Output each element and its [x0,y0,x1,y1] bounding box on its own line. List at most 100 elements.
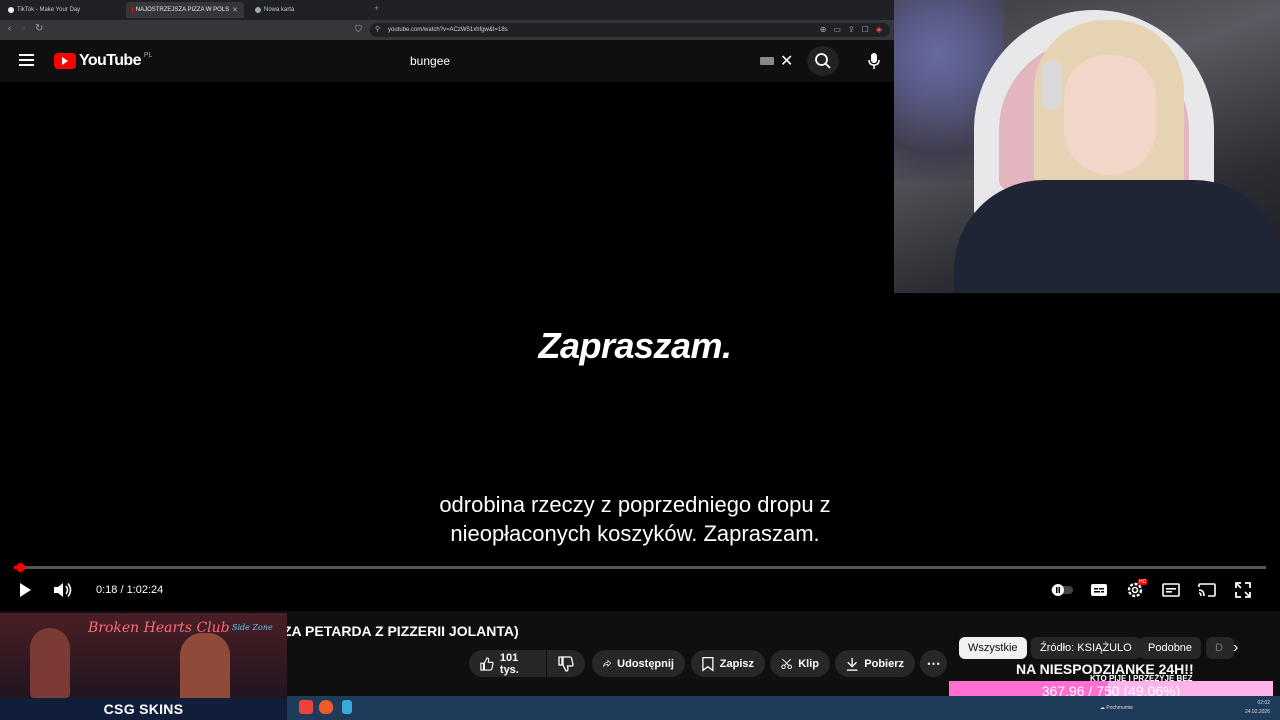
ad-neon-sign: Side Zone [232,623,273,632]
browser-tab-strip: TikTok - Make Your Day NAJOSTRZEJSZA PIZ… [0,0,894,20]
download-label: Pobierz [864,657,904,670]
chip-related[interactable]: Podobne [1139,637,1202,659]
download-button[interactable]: Pobierz [835,650,915,677]
new-tab-favicon-icon [255,7,261,13]
ad-character-right [180,633,230,703]
search-button[interactable] [807,46,839,76]
youtube-play-icon [54,53,76,69]
thumbs-down-icon [558,655,574,672]
close-tab-icon[interactable]: ✕ [232,6,238,14]
subtitles-icon [1091,584,1107,596]
more-actions-button[interactable]: ⋯ [920,650,947,677]
streamer-face [1064,55,1156,175]
tab-tiktok[interactable]: TikTok - Make Your Day [2,2,124,18]
miniplayer-button[interactable] [1160,575,1182,605]
clock-time: 02:02 [1257,700,1270,706]
weather-label: Pochmurnie [1106,705,1134,711]
scissors-icon [781,658,792,669]
forward-icon[interactable]: › [22,23,25,34]
menu-icon[interactable] [19,54,34,66]
volume-icon [54,583,72,597]
youtube-logo[interactable]: YouTube PL [54,52,152,70]
search-input[interactable]: bungee [410,54,450,68]
zoom-icon[interactable]: ⊕ [820,25,827,34]
search-icon [815,53,831,69]
tiktok-icon [8,7,14,13]
ad-title: Broken Hearts Club [88,620,230,636]
address-bar[interactable]: ⚲ youtube.com/watch?v=ACzW51xhfgw&t=18s … [370,23,890,37]
bookmark-save-icon [702,656,714,672]
clip-button[interactable]: Klip [770,650,830,677]
like-count: 101 tys. [499,651,519,676]
fullscreen-icon [1235,582,1251,598]
subtitles-button[interactable] [1088,575,1110,605]
shield-icon[interactable]: ◈ [876,25,882,34]
notepad-icon[interactable] [342,700,352,714]
cloud-icon: ☁ [1100,705,1105,711]
share-button[interactable]: Udostępnij [592,650,685,677]
chip-all[interactable]: Wszystkie [959,637,1027,659]
app-icon-red[interactable] [299,700,313,714]
tab-label: TikTok - Make Your Day [17,7,81,13]
share-icon[interactable]: ⇪ [848,25,855,34]
miniplayer-icon [1162,583,1180,597]
bookmark-icon[interactable]: ⛉ [355,24,362,35]
share-icon [603,659,612,667]
dislike-button[interactable] [547,650,585,677]
tab-label: Nowa karta [264,7,295,13]
keyboard-icon[interactable] [760,57,774,65]
fullscreen-button[interactable] [1232,575,1254,605]
weather-widget[interactable]: ☁ Pochmurnie [1100,705,1133,711]
autoplay-toggle[interactable] [1048,575,1076,605]
video-title: ZA PETARDA Z PIZZERII JOLANTA) [283,623,519,639]
play-button[interactable] [14,575,36,605]
headset [1042,60,1062,110]
more-horizontal-icon: ⋯ [926,655,941,671]
autoplay-pause-icon [1051,584,1073,596]
search-box[interactable]: bungee ✕ [398,47,805,75]
chevron-right-icon[interactable]: › [1233,639,1238,657]
volume-button[interactable] [51,575,75,605]
tab-label: NAJOSTRZEJSZA PIZZA W POLS [135,7,230,13]
video-frame-text: Zapraszam. [538,325,732,366]
like-button[interactable]: 101 tys. [469,650,546,677]
system-clock[interactable]: 02:02 24.02.2026 [1245,699,1270,717]
player-controls: 0:18 / 1:02:24 HD [0,575,1270,611]
settings-button[interactable]: HD [1124,575,1148,605]
back-icon[interactable]: ‹ [8,23,11,34]
tab-youtube-video[interactable]: NAJOSTRZEJSZA PIZZA W POLS ✕ [126,2,244,18]
progress-scrubber[interactable] [16,563,25,572]
closed-captions: odrobina rzeczy z poprzedniego dropu z n… [0,490,1270,548]
cast-icon [1198,583,1216,597]
url-text: youtube.com/watch?v=ACzW51xhfgw&t=18s [388,27,508,33]
microphone-icon [868,53,880,69]
time-display: 0:18 / 1:02:24 [96,584,164,596]
clip-label: Klip [798,657,819,670]
cast-button[interactable] [1196,575,1218,605]
save-button[interactable]: Zapisz [691,650,765,677]
ad-character-left [30,628,70,698]
chip-source[interactable]: Źródło: KSIĄŻULO [1031,637,1141,659]
play-icon [20,583,31,597]
site-info-icon[interactable]: ⚲ [375,25,380,33]
save-label: Zapisz [719,657,754,670]
ad-brand-text: CSG SKINS [103,701,184,717]
voice-search-button[interactable] [860,48,888,74]
tab-new[interactable]: Nowa karta [249,2,369,18]
hd-badge: HD [1138,579,1148,585]
share-label: Udostępnij [617,657,674,670]
brave-browser-icon[interactable] [319,700,333,714]
extensions-icon[interactable]: ☐ [862,25,869,34]
download-icon [846,657,858,671]
clear-search-icon[interactable]: ✕ [780,51,793,71]
caption-line-1: odrobina rzeczy z poprzedniego dropu z [439,492,831,517]
chip-truncated[interactable]: D [1206,637,1234,659]
progress-bar[interactable] [14,566,1266,569]
streamer-shirt [954,180,1280,293]
cast-icon[interactable]: ▭ [833,25,841,34]
caption-line-2: nieopłaconych koszyków. Zapraszam. [450,521,820,546]
new-tab-button[interactable]: + [374,3,379,13]
reload-icon[interactable]: ↻ [35,23,43,34]
thumbs-up-icon [480,656,494,671]
clock-date: 24.02.2026 [1244,709,1270,715]
